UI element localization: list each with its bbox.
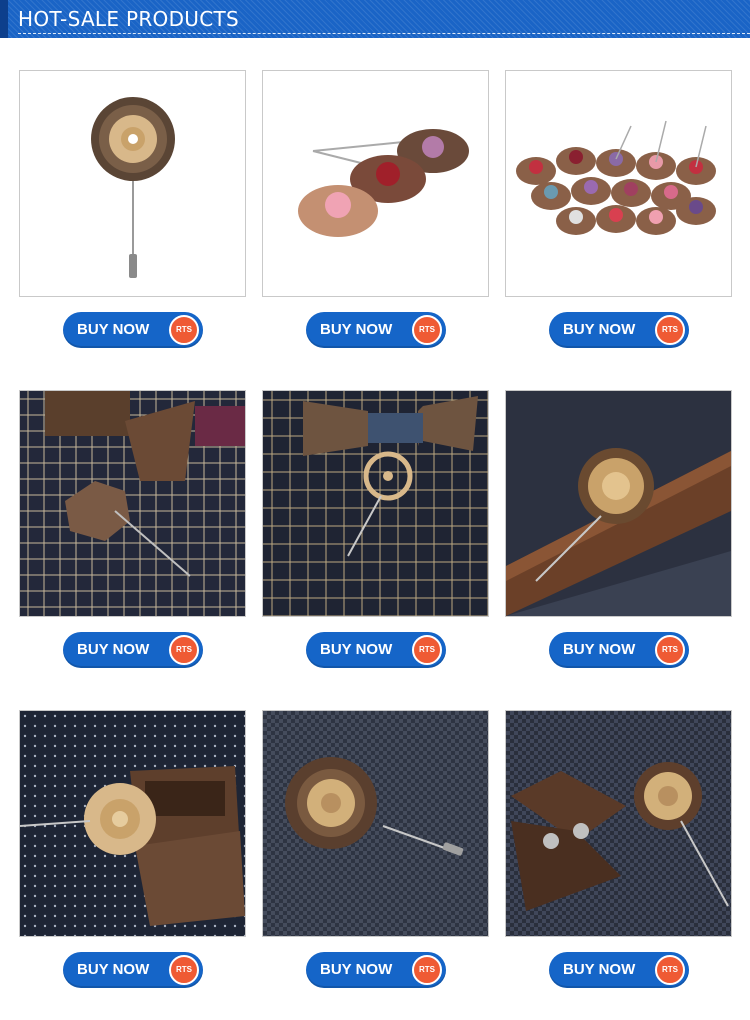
header-accent-bar — [0, 0, 8, 38]
buy-now-label: BUY NOW — [77, 641, 150, 658]
buy-now-label: BUY NOW — [320, 641, 393, 658]
rts-badge: RTS — [655, 955, 685, 985]
product-image-8[interactable] — [262, 710, 489, 937]
section-title: HOT-SALE PRODUCTS — [18, 7, 239, 31]
buy-now-label: BUY NOW — [320, 321, 393, 338]
product-image-1[interactable] — [19, 70, 246, 297]
buy-now-label: BUY NOW — [563, 641, 636, 658]
buy-now-button[interactable]: BUY NOW RTS — [63, 952, 203, 988]
rts-badge: RTS — [169, 315, 199, 345]
rts-badge: RTS — [655, 635, 685, 665]
product-image-5[interactable] — [262, 390, 489, 617]
product-image-6[interactable] — [505, 390, 732, 617]
buy-now-label: BUY NOW — [77, 321, 150, 338]
product-image-3[interactable] — [505, 70, 732, 297]
product-image-2[interactable] — [262, 70, 489, 297]
header-divider — [18, 33, 750, 34]
product-image-4[interactable] — [19, 390, 246, 617]
rts-badge: RTS — [412, 955, 442, 985]
buy-now-button[interactable]: BUY NOW RTS — [549, 952, 689, 988]
product-image-7[interactable] — [19, 710, 246, 937]
product-image-9[interactable] — [505, 710, 732, 937]
buy-now-label: BUY NOW — [77, 961, 150, 978]
buy-now-button[interactable]: BUY NOW RTS — [306, 312, 446, 348]
section-header: HOT-SALE PRODUCTS — [0, 0, 750, 38]
buy-now-button[interactable]: BUY NOW RTS — [63, 312, 203, 348]
rts-badge: RTS — [655, 315, 685, 345]
buy-now-button[interactable]: BUY NOW RTS — [549, 312, 689, 348]
buy-now-label: BUY NOW — [563, 961, 636, 978]
buy-now-button[interactable]: BUY NOW RTS — [306, 952, 446, 988]
rts-badge: RTS — [412, 315, 442, 345]
rts-badge: RTS — [169, 955, 199, 985]
buy-now-button[interactable]: BUY NOW RTS — [63, 632, 203, 668]
rts-badge: RTS — [169, 635, 199, 665]
buy-now-label: BUY NOW — [320, 961, 393, 978]
buy-now-button[interactable]: BUY NOW RTS — [549, 632, 689, 668]
rts-badge: RTS — [412, 635, 442, 665]
buy-now-label: BUY NOW — [563, 321, 636, 338]
buy-now-button[interactable]: BUY NOW RTS — [306, 632, 446, 668]
